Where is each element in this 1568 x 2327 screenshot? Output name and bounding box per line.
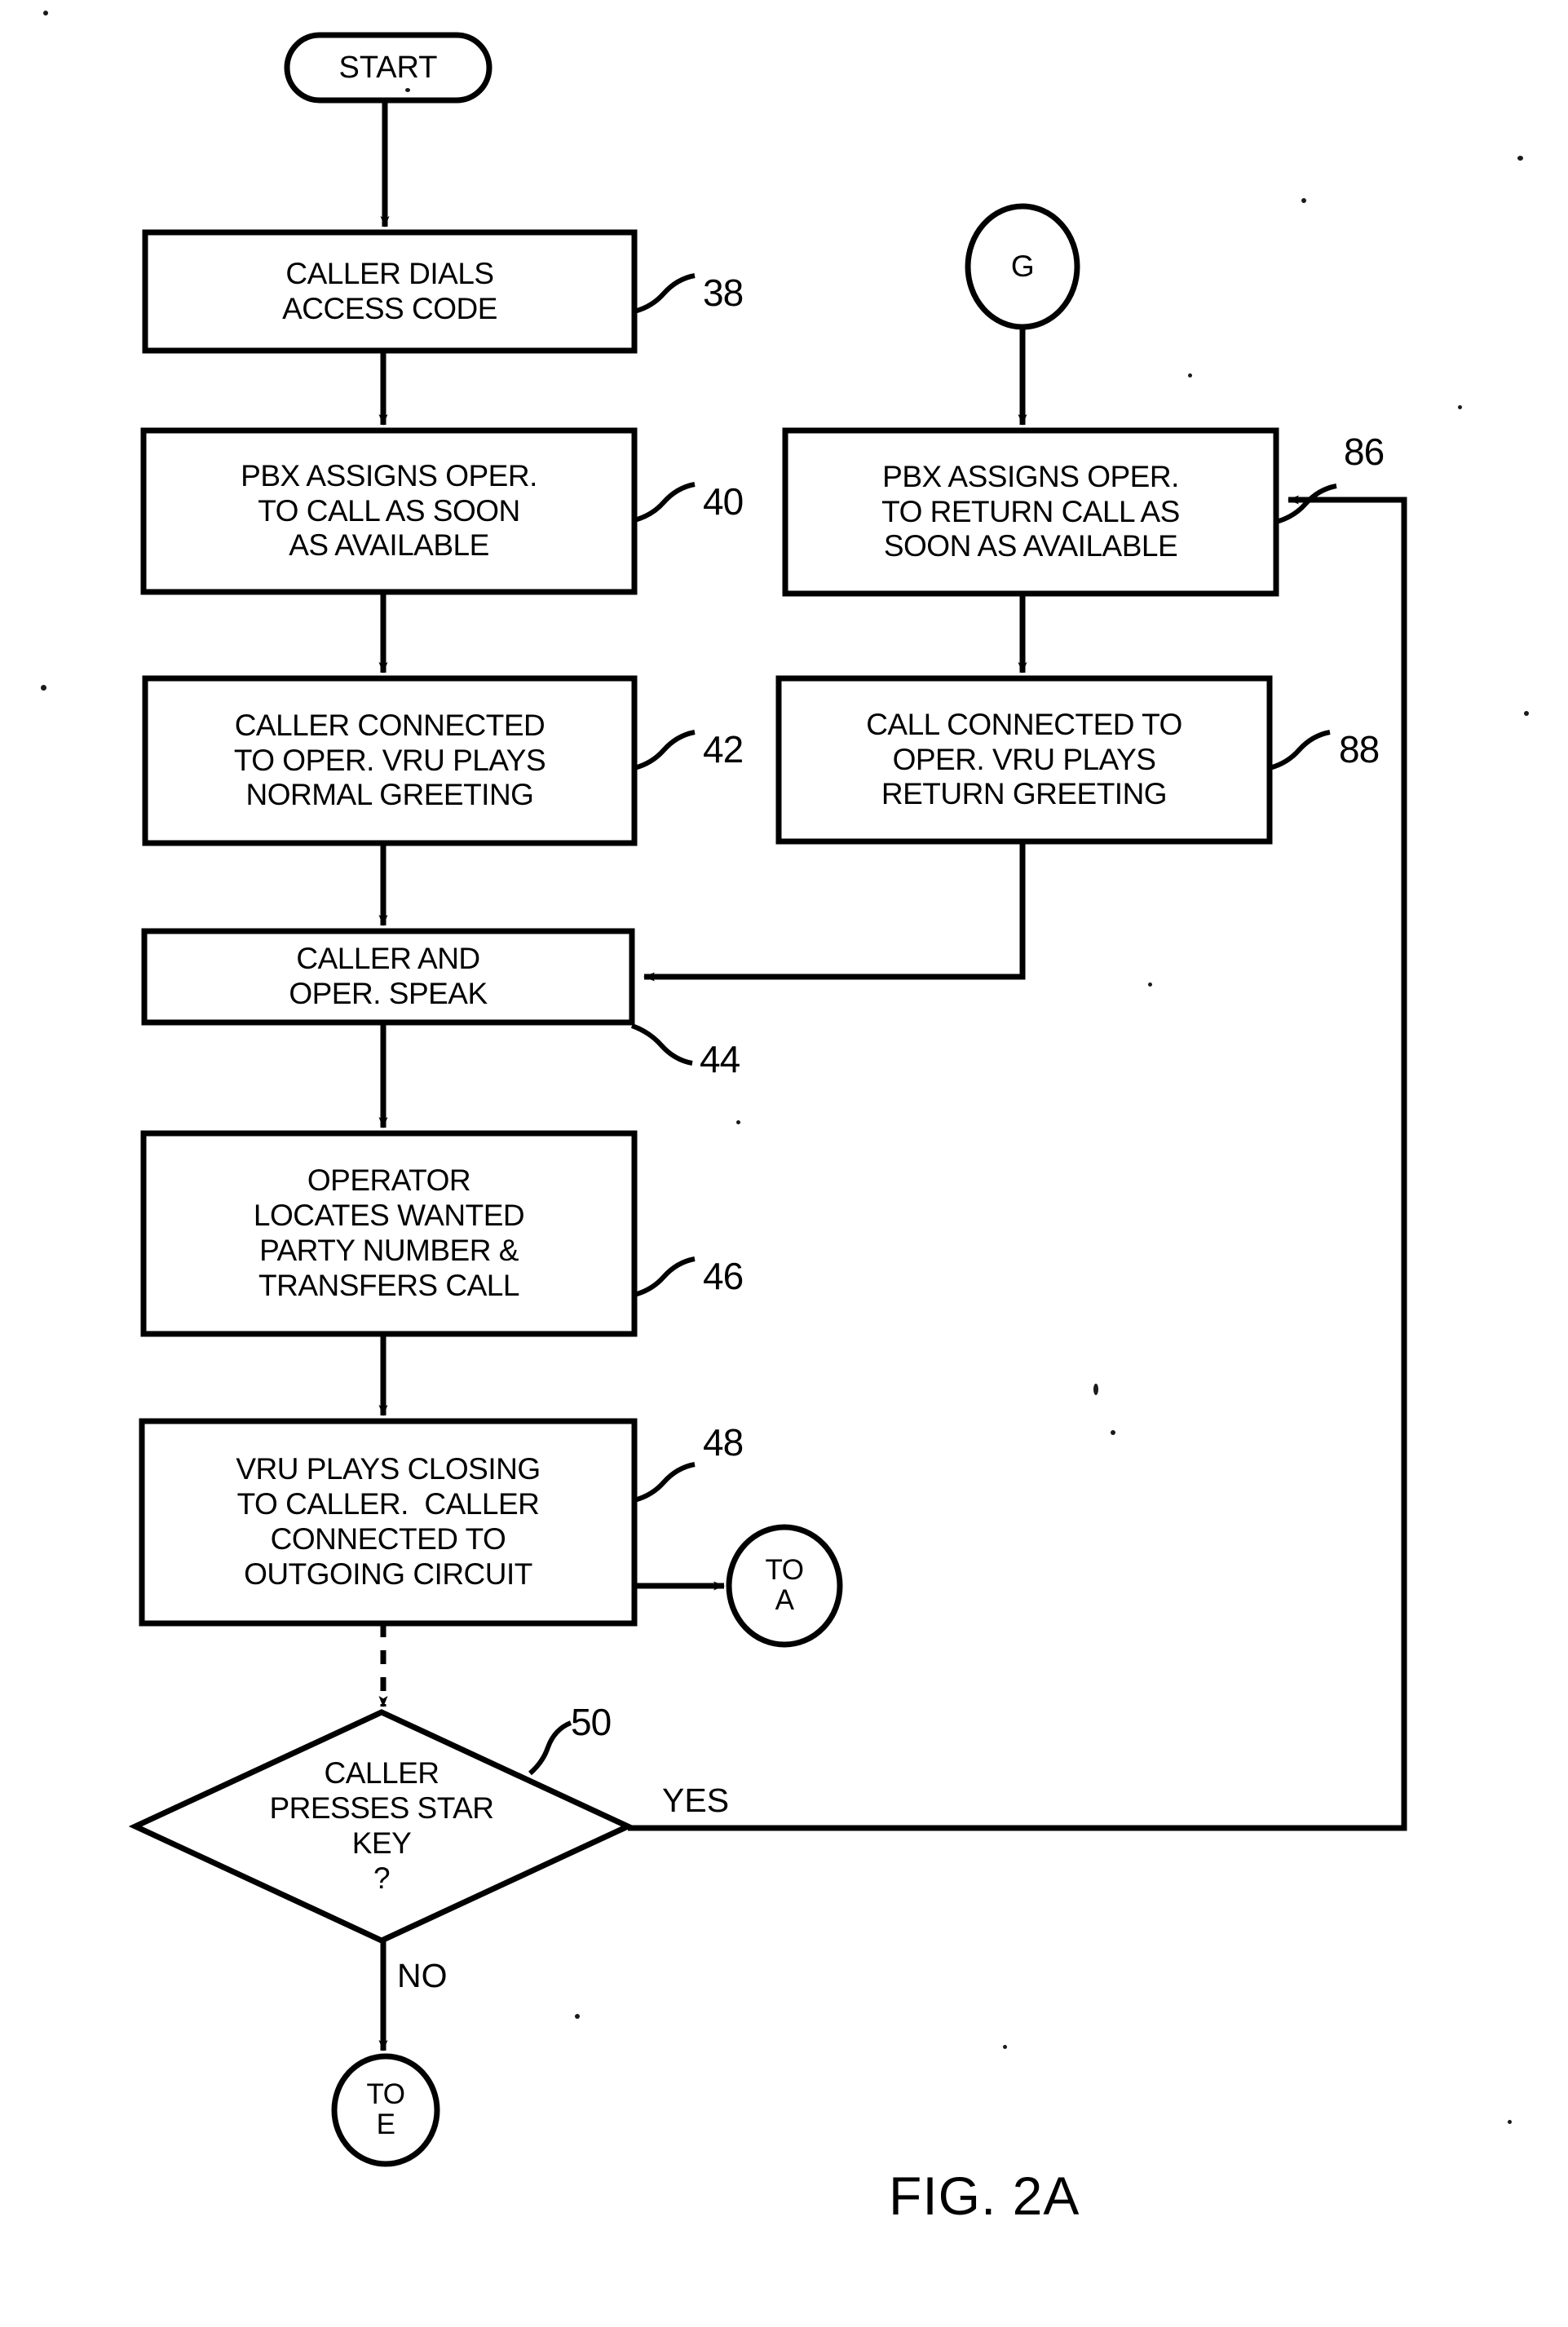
scan-speck bbox=[43, 11, 48, 15]
ref-number-42: 42 bbox=[703, 728, 744, 771]
leader-44 bbox=[630, 1023, 693, 1066]
ref-number-88: 88 bbox=[1339, 728, 1380, 771]
leader-88 bbox=[1269, 730, 1331, 771]
box-46-shape bbox=[140, 1130, 638, 1337]
edge-88-to-44 bbox=[643, 841, 1026, 982]
decision-50-shape bbox=[128, 1709, 635, 1944]
box-40-shape bbox=[140, 427, 638, 595]
ref-number-50: 50 bbox=[571, 1701, 612, 1743]
start-node-shape bbox=[284, 32, 492, 104]
ref-number-38: 38 bbox=[703, 272, 744, 314]
ref-number-86: 86 bbox=[1344, 431, 1385, 473]
scan-speck bbox=[1524, 711, 1529, 716]
figure-caption: FIG. 2A bbox=[889, 2166, 1080, 2226]
leader-86 bbox=[1275, 484, 1337, 524]
scan-speck bbox=[1458, 405, 1462, 409]
connector-g-shape bbox=[965, 203, 1080, 330]
ref-number-48: 48 bbox=[703, 1421, 744, 1464]
scan-speck bbox=[1517, 156, 1523, 161]
scan-speck bbox=[575, 2014, 580, 2019]
flowchart-graphics bbox=[128, 32, 1407, 2167]
ref-number-40: 40 bbox=[703, 480, 744, 523]
box-48-shape bbox=[139, 1418, 638, 1627]
scan-speck bbox=[1111, 1430, 1115, 1435]
scan-speck bbox=[41, 685, 46, 691]
leader-38 bbox=[634, 273, 696, 314]
leader-50 bbox=[528, 1720, 572, 1776]
scan-speck bbox=[405, 88, 410, 92]
leader-48 bbox=[634, 1462, 696, 1503]
leader-40 bbox=[634, 482, 696, 523]
box-44-shape bbox=[141, 928, 635, 1026]
leader-42 bbox=[634, 730, 696, 771]
scan-speck bbox=[1093, 1384, 1098, 1395]
scan-speck bbox=[1301, 198, 1306, 203]
connector-to-a-shape bbox=[726, 1524, 843, 1648]
scan-speck bbox=[1003, 2045, 1007, 2049]
ref-number-46: 46 bbox=[703, 1255, 744, 1297]
box-42-shape bbox=[142, 675, 638, 846]
box-38-shape bbox=[142, 229, 638, 354]
scan-speck bbox=[1508, 2120, 1512, 2124]
leader-46 bbox=[634, 1256, 696, 1297]
scan-speck bbox=[736, 1120, 740, 1124]
box-86-shape bbox=[782, 427, 1279, 597]
scan-speck bbox=[1188, 373, 1192, 378]
scan-speck bbox=[1148, 982, 1152, 987]
edge-label-no: NO bbox=[397, 1957, 448, 1994]
edge-label-yes: YES bbox=[662, 1782, 730, 1819]
ref-number-44: 44 bbox=[700, 1038, 740, 1080]
box-88-shape bbox=[775, 675, 1273, 845]
figure-canvas: START CALLER DIALS ACCESS CODE 38 PBX AS… bbox=[0, 0, 1568, 2327]
connector-to-e-shape bbox=[331, 2053, 440, 2167]
